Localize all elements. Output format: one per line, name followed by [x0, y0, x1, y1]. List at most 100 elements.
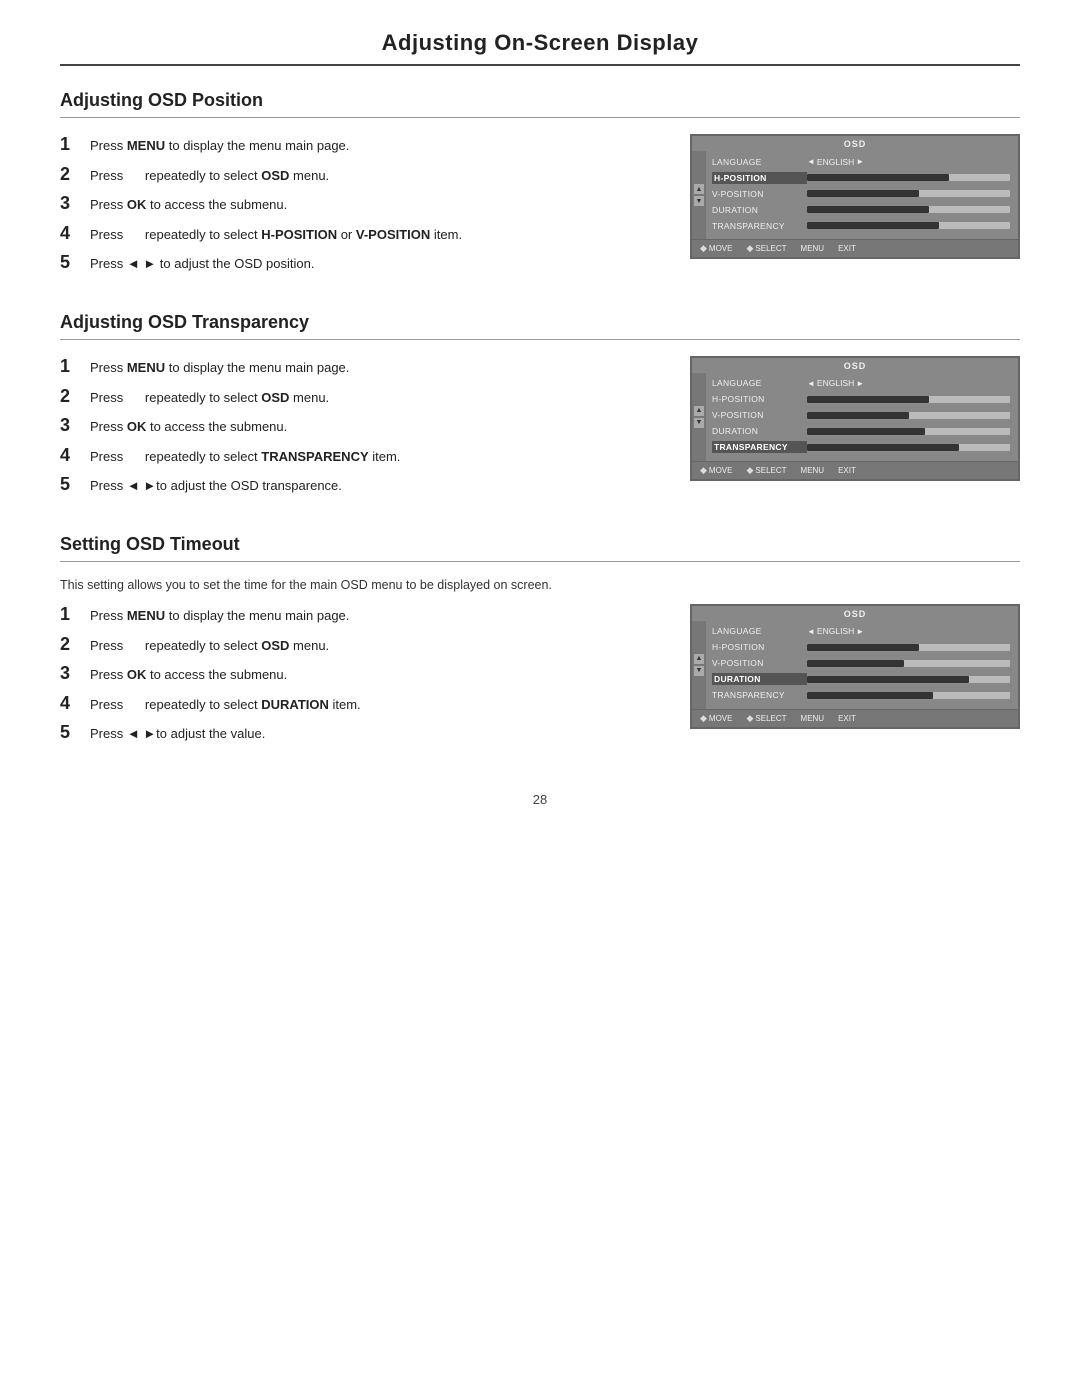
- lang-value: ENGLISH: [817, 378, 854, 388]
- osd-bar-transparency: [807, 222, 1010, 229]
- osd-value-duration: [807, 428, 1010, 435]
- osd-row-language: LANGUAGE ◄ ENGLISH ►: [712, 625, 1010, 638]
- section3-steps: 1 Press MENU to display the menu main pa…: [60, 604, 670, 752]
- osd-bar-transparency: [807, 444, 1010, 451]
- step-num: 1: [60, 356, 84, 378]
- step-text: Press OK to access the submenu.: [90, 665, 670, 685]
- osd-footer-3: ◆ MOVE ◆ SELECT MENU EXIT: [692, 709, 1018, 727]
- osd-row-vposition: V-POSITION: [712, 657, 1010, 670]
- osd-footer-move: ◆ MOVE: [700, 243, 732, 254]
- section1-content: 1 Press MENU to display the menu main pa…: [60, 134, 1020, 282]
- step-text: Press ◄ ►to adjust the value.: [90, 724, 670, 744]
- select-diamond: ◆: [746, 465, 753, 476]
- osd-footer-select: ◆ SELECT: [746, 243, 786, 254]
- osd-row-duration: DURATION: [712, 425, 1010, 438]
- osd-row-transparency: TRANSPARENCY: [712, 219, 1010, 232]
- section1-title: Adjusting OSD Position: [60, 90, 1020, 111]
- osd-row-transparency: TRANSPARENCY: [712, 689, 1010, 702]
- osd-footer-move: ◆ MOVE: [700, 713, 732, 724]
- osd-main-2: LANGUAGE ◄ ENGLISH ► H-POSITION: [706, 373, 1018, 461]
- select-diamond: ◆: [746, 243, 753, 254]
- step-text: Press MENU to display the menu main page…: [90, 136, 670, 156]
- osd-footer-exit: EXIT: [838, 466, 856, 475]
- step1-4: 4 Press repeatedly to select H-POSITION …: [60, 223, 670, 245]
- lang-value: ENGLISH: [817, 626, 854, 636]
- osd-row-hposition: H-POSITION: [712, 171, 1010, 184]
- step-num: 2: [60, 164, 84, 186]
- osd-title-1: OSD: [692, 136, 1018, 151]
- osd-bar-vposition: [807, 190, 1010, 197]
- page-title: Adjusting On-Screen Display: [60, 30, 1020, 56]
- osd-label-vposition: V-POSITION: [712, 658, 807, 668]
- osd-bar-fill-hposition: [807, 174, 949, 181]
- osd-label-vposition: V-POSITION: [712, 189, 807, 199]
- osd-footer-menu: MENU: [801, 466, 825, 475]
- step1-2: 2 Press repeatedly to select OSD menu.: [60, 164, 670, 186]
- section3-content: 1 Press MENU to display the menu main pa…: [60, 604, 1020, 752]
- osd-row-hposition: H-POSITION: [712, 393, 1010, 406]
- step3-5: 5 Press ◄ ►to adjust the value.: [60, 722, 670, 744]
- osd-footer-exit: EXIT: [838, 244, 856, 253]
- osd-body-3: ▲ ▼ LANGUAGE ◄ ENGLISH ► H-POSITION: [692, 621, 1018, 709]
- section-osd-transparency: Adjusting OSD Transparency 1 Press MENU …: [60, 312, 1020, 504]
- step-text: Press ◄ ►to adjust the OSD transparence.: [90, 476, 670, 496]
- section-osd-timeout: Setting OSD Timeout This setting allows …: [60, 534, 1020, 752]
- osd-down-arrow: ▼: [694, 666, 704, 676]
- osd-main-3: LANGUAGE ◄ ENGLISH ► H-POSITION: [706, 621, 1018, 709]
- osd-footer-move: ◆ MOVE: [700, 465, 732, 476]
- step-text: Press OK to access the submenu.: [90, 417, 670, 437]
- osd-up-arrow: ▲: [694, 406, 704, 416]
- osd-footer-1: ◆ MOVE ◆ SELECT MENU EXIT: [692, 239, 1018, 257]
- osd-value-duration: [807, 206, 1010, 213]
- osd-label-language: LANGUAGE: [712, 626, 807, 636]
- select-label: SELECT: [755, 244, 786, 253]
- step-num: 4: [60, 445, 84, 467]
- osd-value-hposition: [807, 396, 1010, 403]
- osd-label-hposition: H-POSITION: [712, 172, 807, 184]
- osd-label-transparency: TRANSPARENCY: [712, 690, 807, 700]
- section2-steps: 1 Press MENU to display the menu main pa…: [60, 356, 670, 504]
- osd-bar-fill: [807, 644, 919, 651]
- select-label: SELECT: [755, 714, 786, 723]
- osd-sidebar-1: ▲ ▼: [692, 151, 706, 239]
- osd-row-vposition: V-POSITION: [712, 409, 1010, 422]
- section-osd-position: Adjusting OSD Position 1 Press MENU to d…: [60, 90, 1020, 282]
- section3-title: Setting OSD Timeout: [60, 534, 1020, 555]
- lang-value: ENGLISH: [817, 157, 854, 167]
- section3-rule: [60, 561, 1020, 562]
- osd-value-vposition: [807, 660, 1010, 667]
- osd-up-arrow: ▲: [694, 654, 704, 664]
- section3-desc: This setting allows you to set the time …: [60, 578, 1020, 592]
- move-label: MOVE: [709, 714, 733, 723]
- osd-bar-fill-duration: [807, 206, 929, 213]
- osd-footer-select: ◆ SELECT: [746, 713, 786, 724]
- step-text: Press MENU to display the menu main page…: [90, 606, 670, 626]
- osd-body-1: ▲ ▼ LANGUAGE ◄ ENGLISH ► H-POSITION: [692, 151, 1018, 239]
- section1-rule: [60, 117, 1020, 118]
- section2-rule: [60, 339, 1020, 340]
- osd-title-2: OSD: [692, 358, 1018, 373]
- osd-row-vposition: V-POSITION: [712, 187, 1010, 200]
- osd-label-duration: DURATION: [712, 426, 807, 436]
- osd-value-hposition: [807, 174, 1010, 181]
- osd-sidebar-2: ▲ ▼: [692, 373, 706, 461]
- osd-label-transparency: TRANSPARENCY: [712, 441, 807, 453]
- title-divider: [60, 64, 1020, 66]
- osd-footer-select: ◆ SELECT: [746, 465, 786, 476]
- menu-label: MENU: [801, 466, 825, 475]
- step1-5: 5 Press ◄ ► to adjust the OSD position.: [60, 252, 670, 274]
- osd-panel-3: OSD ▲ ▼ LANGUAGE ◄ ENGLISH ►: [690, 604, 1020, 729]
- osd-value-duration: [807, 676, 1010, 683]
- move-label: MOVE: [709, 244, 733, 253]
- osd-label-hposition: H-POSITION: [712, 394, 807, 404]
- osd-footer-exit: EXIT: [838, 714, 856, 723]
- osd-value-language: ◄ ENGLISH ►: [807, 157, 1010, 167]
- osd-bar-fill: [807, 396, 929, 403]
- osd-bar-fill-vposition: [807, 190, 919, 197]
- osd-row-hposition: H-POSITION: [712, 641, 1010, 654]
- step-num: 2: [60, 634, 84, 656]
- osd-bar-fill: [807, 444, 959, 451]
- step3-2: 2 Press repeatedly to select OSD menu.: [60, 634, 670, 656]
- osd-bar-fill: [807, 692, 933, 699]
- step-text: Press repeatedly to select OSD menu.: [90, 636, 670, 656]
